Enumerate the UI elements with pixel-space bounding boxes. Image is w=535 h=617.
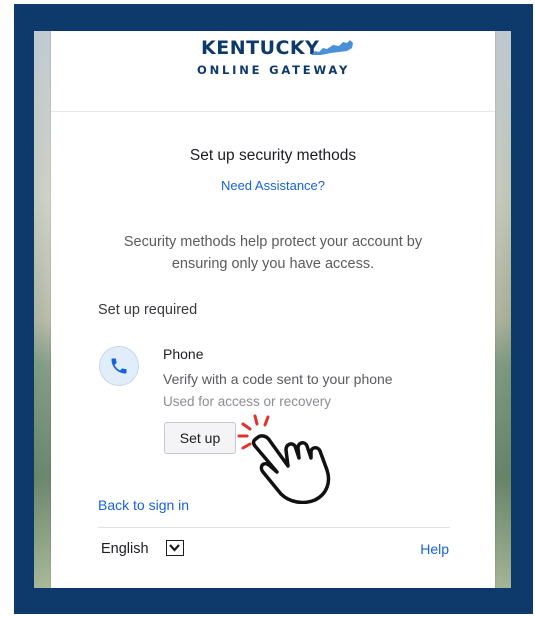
back-to-sign-in-link[interactable]: Back to sign in (98, 497, 189, 513)
method-name: Phone (163, 346, 204, 362)
language-select[interactable]: English (101, 541, 149, 557)
setup-phone-button[interactable]: Set up (164, 422, 236, 454)
help-link[interactable]: Help (420, 541, 449, 557)
kentucky-shape-icon (311, 40, 353, 55)
phone-icon (99, 346, 139, 386)
page-title: Set up security methods (189, 147, 357, 164)
chevron-down-icon[interactable] (166, 540, 184, 556)
hand-pointer-icon (237, 414, 331, 504)
login-card: KENTUCKY ONLINE GATEWAY Set up security … (51, 31, 495, 588)
method-note: Used for access or recovery (163, 394, 332, 409)
need-assistance-link[interactable]: Need Assistance? (51, 178, 495, 193)
section-label: Set up required (98, 302, 198, 318)
method-description: Verify with a code sent to your phone (163, 371, 393, 387)
security-description: Security methods help protect your accou… (123, 234, 423, 272)
logo-subtitle: ONLINE GATEWAY (197, 63, 351, 77)
logo-name: KENTUCKY (201, 37, 320, 59)
phone-glyph (111, 358, 127, 374)
logo-header: KENTUCKY ONLINE GATEWAY (51, 31, 495, 112)
footer-divider (98, 527, 450, 528)
